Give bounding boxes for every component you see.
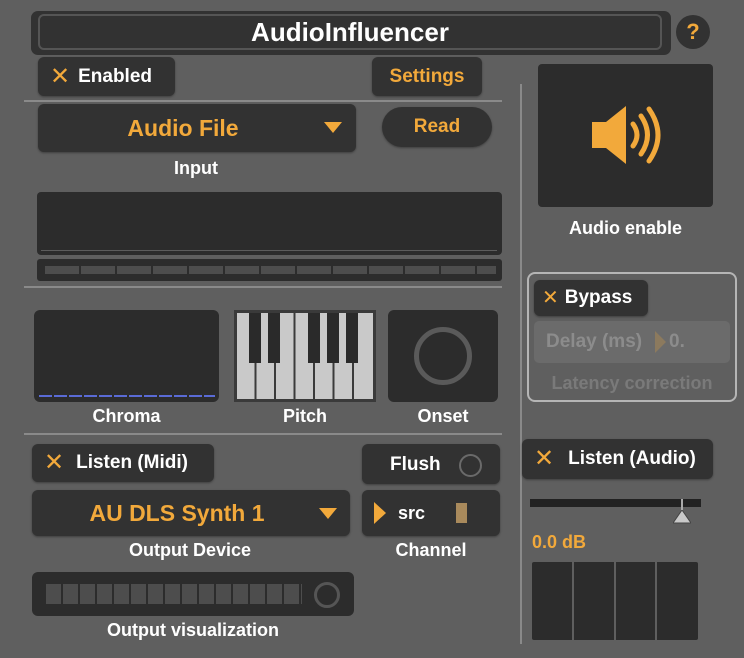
- audio-enable-button[interactable]: [538, 64, 713, 207]
- settings-button[interactable]: Settings: [372, 57, 482, 96]
- listen-audio-label: Listen (Audio): [568, 448, 696, 469]
- latency-label: Latency correction: [551, 373, 713, 393]
- onset-label: Onset: [417, 406, 469, 426]
- flush-button[interactable]: Flush: [362, 444, 500, 484]
- triangle-right-icon: [374, 502, 386, 524]
- output-segments: [46, 584, 302, 604]
- slider-handle-icon[interactable]: [673, 510, 691, 524]
- listen-midi-label: Listen (Midi): [76, 452, 188, 473]
- bypass-label: Bypass: [564, 287, 633, 308]
- triangle-down-icon: [319, 508, 337, 519]
- output-device-dropdown[interactable]: AU DLS Synth 1: [32, 490, 350, 536]
- position-segments: [45, 266, 496, 274]
- onset-display: [388, 310, 498, 402]
- waveform-display: [37, 192, 502, 255]
- channel-marker-icon: [456, 503, 467, 523]
- waveform-baseline: [41, 250, 497, 251]
- settings-label: Settings: [389, 66, 465, 87]
- speaker-on-icon: [592, 106, 661, 164]
- channel-value: src: [398, 503, 426, 523]
- gain-value: 0.0 dB: [532, 532, 587, 552]
- checkbox-x-icon: ✕: [534, 445, 555, 472]
- divider: [24, 433, 502, 435]
- delay-label: Delay (ms): [546, 331, 643, 352]
- enabled-toggle[interactable]: ✕ Enabled: [38, 57, 175, 96]
- app-title: AudioInfluencer: [251, 17, 449, 47]
- channel-selector[interactable]: src: [362, 490, 500, 536]
- divider: [24, 286, 502, 288]
- audio-enable-label: Audio enable: [568, 218, 682, 238]
- read-label: Read: [413, 116, 461, 137]
- delay-value: 0.: [669, 331, 685, 352]
- meter-divider: [655, 562, 657, 640]
- output-indicator-icon: [314, 582, 340, 608]
- column-divider: [520, 84, 522, 644]
- output-visualization: [32, 572, 354, 616]
- listen-audio-toggle[interactable]: ✕ Listen (Audio): [522, 439, 713, 479]
- playback-position-bar[interactable]: [37, 259, 502, 281]
- input-selected: Audio File: [127, 115, 239, 141]
- listen-midi-toggle[interactable]: ✕ Listen (Midi): [32, 444, 214, 482]
- gain-slider[interactable]: [530, 496, 701, 526]
- output-device-selected: AU DLS Synth 1: [89, 500, 265, 526]
- help-icon: ?: [686, 19, 700, 44]
- piano-keys: [236, 312, 374, 400]
- audio-level-meter: [532, 562, 698, 640]
- delay-field[interactable]: Delay (ms) 0.: [534, 321, 730, 363]
- onset-indicator: [414, 327, 472, 385]
- meter-divider: [572, 562, 574, 640]
- pitch-keyboard: [234, 310, 376, 402]
- triangle-down-icon: [324, 122, 342, 133]
- gain-slider-track: [530, 499, 701, 507]
- channel-label: Channel: [395, 540, 467, 560]
- flush-label: Flush: [390, 454, 441, 475]
- chroma-label: Chroma: [92, 406, 161, 426]
- chroma-bins: [39, 395, 215, 397]
- checkbox-x-icon: ✕: [50, 62, 71, 90]
- output-device-label: Output Device: [128, 540, 252, 560]
- output-visualization-label: Output visualization: [106, 620, 279, 640]
- meter-divider: [614, 562, 616, 640]
- checkbox-x-icon: ✕: [542, 287, 559, 309]
- bypass-toggle[interactable]: ✕ Bypass: [534, 280, 648, 316]
- read-button[interactable]: Read: [382, 107, 492, 147]
- flush-indicator-icon: [459, 454, 482, 477]
- pitch-label: Pitch: [282, 406, 327, 426]
- input-section-label: Input: [174, 158, 218, 178]
- chroma-display: [34, 310, 219, 402]
- enabled-label: Enabled: [78, 65, 153, 87]
- input-dropdown[interactable]: Audio File: [38, 104, 356, 152]
- triangle-right-icon: [655, 331, 666, 353]
- divider: [24, 100, 502, 102]
- help-button[interactable]: ?: [676, 15, 710, 49]
- checkbox-x-icon: ✕: [44, 449, 65, 476]
